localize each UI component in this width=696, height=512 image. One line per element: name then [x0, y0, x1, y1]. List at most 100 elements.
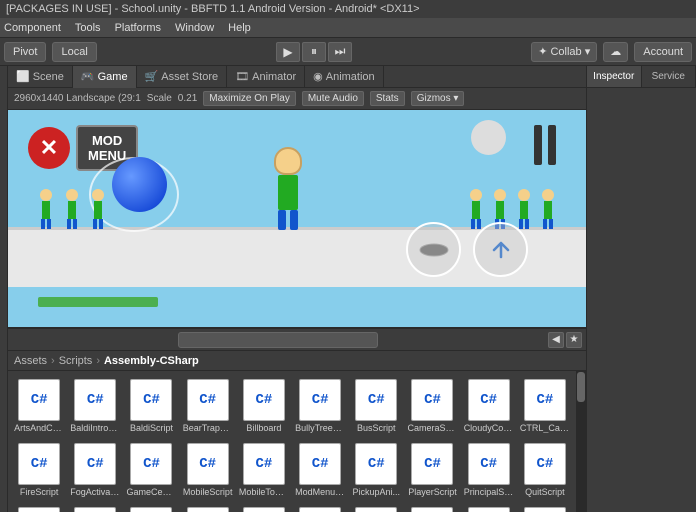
asset-label: FogActivat... [70, 487, 120, 497]
right-char-4 [539, 189, 557, 229]
asset-toolbar: ◀ ★ [8, 329, 586, 351]
menu-help[interactable]: Help [228, 22, 251, 34]
asset-item[interactable]: C# PickupAni... [349, 439, 403, 501]
account-button[interactable]: Account [634, 42, 692, 62]
asset-item[interactable]: C#SlideshowS... [68, 503, 122, 512]
asset-item[interactable]: C#FogActivat... [68, 439, 122, 501]
play-button[interactable]: ▶ [276, 42, 300, 62]
asset-item[interactable]: C#TrapSpawn... [237, 503, 291, 512]
asset-icon: C# [355, 443, 397, 485]
gizmos-button[interactable]: Gizmos ▾ [411, 91, 465, 106]
asset-icon: C# [411, 379, 453, 421]
left-panel [0, 66, 8, 512]
menu-component[interactable]: Component [4, 22, 61, 34]
asset-label: QuitScript [520, 487, 570, 497]
asset-scrollbar[interactable] [576, 371, 586, 512]
pivot-button[interactable]: Pivot [4, 42, 46, 62]
asset-item[interactable]: C#SwingingDe... [181, 503, 235, 512]
scale-label: Scale [147, 93, 172, 104]
asset-item[interactable]: C#BearTrapSc... [181, 375, 235, 437]
bottom-panel: ◀ ★ Assets › Scripts › Assembly-CSharp C… [8, 327, 586, 512]
asset-icon: C# [524, 443, 566, 485]
game-view: ✕ MODMENU [8, 110, 586, 327]
asset-item[interactable]: C#Billboard [237, 375, 291, 437]
asset-item[interactable]: C#MobileScript [181, 439, 235, 501]
asset-label: PickupAni... [351, 487, 401, 497]
asset-scroll: C#ArtsAndCra...C#BaldiIntroS...C#BaldiSc… [8, 371, 576, 512]
asset-item[interactable]: C#MobileTouc... [237, 439, 291, 501]
asset-item[interactable]: C#BusScript [349, 375, 403, 437]
asset-icon: C# [468, 443, 510, 485]
asset-item[interactable]: C#RunToggle [12, 503, 66, 512]
breadcrumb-sep-1: › [51, 355, 55, 367]
tab-animator[interactable]: 🎞Animator [227, 66, 305, 88]
asset-label: Billboard [239, 423, 289, 433]
asset-search-input[interactable] [178, 332, 378, 348]
pause-button[interactable]: ⏸ [302, 42, 326, 62]
breadcrumb-assets[interactable]: Assets [14, 355, 47, 367]
asset-item[interactable]: C#StartScript [124, 503, 178, 512]
asset-item[interactable]: C#TutorBaldi... [405, 503, 459, 512]
asset-item[interactable]: C#BaldiScript [124, 375, 178, 437]
character-1 [37, 189, 55, 229]
scroll-thumb [577, 372, 585, 402]
tab-asset-store[interactable]: 🛒Asset Store [137, 66, 228, 88]
asset-label: BaldiIntroS... [70, 423, 120, 433]
asset-item[interactable]: C#CTRL_Cam... [518, 375, 572, 437]
maximize-button[interactable]: Maximize On Play [203, 91, 296, 106]
tabs-row: ⬜Scene 🎮Game 🛒Asset Store 🎞Animator ◉Ani… [8, 66, 586, 88]
asset-item[interactable]: C#PlayerScript [405, 439, 459, 501]
moon-icon [471, 120, 506, 155]
asset-item[interactable]: C#CameraScr... [405, 375, 459, 437]
local-button[interactable]: Local [52, 42, 96, 62]
step-button[interactable]: ⏭ [328, 42, 352, 62]
scale-value: 0.21 [178, 93, 197, 104]
asset-label: BaldiScript [126, 423, 176, 433]
circle-button-right[interactable] [473, 222, 528, 277]
menu-platforms[interactable]: Platforms [115, 22, 161, 34]
asset-item[interactable]: C#PrincipalScr... [462, 439, 516, 501]
asset-icon: C# [18, 507, 60, 512]
asset-icon: C# [468, 507, 510, 512]
asset-icon: C# [243, 507, 285, 512]
tab-game[interactable]: 🎮Game [73, 66, 137, 88]
asset-icon: C# [411, 443, 453, 485]
asset-item[interactable]: C#WoodSpaw... [518, 503, 572, 512]
circle-button-left[interactable] [406, 222, 461, 277]
menu-window[interactable]: Window [175, 22, 214, 34]
asset-label: CloudyCop... [464, 423, 514, 433]
asset-item[interactable]: C#TreesScript [349, 503, 403, 512]
asset-icon: C# [130, 507, 172, 512]
asset-icon: C# [468, 379, 510, 421]
asset-item[interactable]: C# CloudyCop... [462, 375, 516, 437]
asset-item[interactable]: C#FireScript [12, 439, 66, 501]
asset-item[interactable]: C#ModMenuSc... [293, 439, 347, 501]
collab-button[interactable]: ✦ Collab ▾ [531, 42, 597, 62]
breadcrumb-scripts[interactable]: Scripts [59, 355, 93, 367]
asset-label: CTRL_Cam... [520, 423, 570, 433]
asset-icon: C# [411, 507, 453, 512]
asset-tool-star[interactable]: ★ [566, 332, 582, 348]
asset-item[interactable]: C#TreeScript [293, 503, 347, 512]
tab-services[interactable]: Service [642, 66, 696, 87]
asset-item[interactable]: C#BaldiIntroS... [68, 375, 122, 437]
asset-item[interactable]: C#GameCentr... [124, 439, 178, 501]
cloud-button[interactable]: ☁ [603, 42, 628, 62]
mute-button[interactable]: Mute Audio [302, 91, 364, 106]
close-x-button[interactable]: ✕ [28, 127, 70, 169]
toolbar: Pivot Local ▶ ⏸ ⏭ ✦ Collab ▾ ☁ Account [0, 38, 696, 66]
asset-tool-left[interactable]: ◀ [548, 332, 564, 348]
menu-bar: Component Tools Platforms Window Help [0, 18, 696, 38]
stats-button[interactable]: Stats [370, 91, 405, 106]
asset-item[interactable]: C#ArtsAndCra... [12, 375, 66, 437]
blue-ball [112, 157, 167, 212]
asset-label: ArtsAndCra... [14, 423, 64, 433]
menu-tools[interactable]: Tools [75, 22, 101, 34]
tab-inspector[interactable]: Inspector [587, 66, 642, 87]
tab-scene[interactable]: ⬜Scene [8, 66, 73, 88]
asset-item[interactable]: C#WoodPicku... [462, 503, 516, 512]
tab-animation[interactable]: ◉Animation [305, 66, 384, 88]
asset-label: BearTrapSc... [183, 423, 233, 433]
asset-item[interactable]: C#BullyTreeS... [293, 375, 347, 437]
asset-item[interactable]: C# QuitScript [518, 439, 572, 501]
